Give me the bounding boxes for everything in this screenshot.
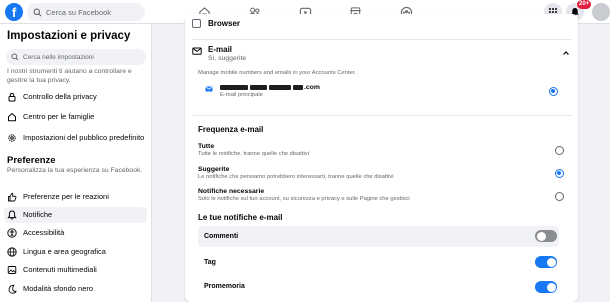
- notification-label: Promemoria: [204, 283, 245, 290]
- moon-icon: [7, 284, 17, 294]
- frequency-radio-all[interactable]: [555, 146, 564, 155]
- email-section-title: E-mail: [208, 45, 233, 54]
- email-section-header[interactable]: E-mail Sì, suggerite: [192, 45, 246, 62]
- sidebar-item-label: Preferenze per le reazioni: [23, 191, 109, 201]
- browser-checkbox-icon: [192, 19, 201, 28]
- sidebar-item-notifications[interactable]: Notifiche: [4, 207, 147, 223]
- sidebar-item-label: Accessibilità: [23, 227, 65, 237]
- sidebar-item-label: Centro per le famiglie: [23, 111, 95, 121]
- notification-count-badge: 20+: [577, 0, 592, 9]
- settings-sidebar: Impostazioni e privacy I nostri strument…: [0, 24, 152, 302]
- facebook-search-input[interactable]: [46, 7, 142, 17]
- sidebar-item-default-audience[interactable]: Impostazioni del pubblico predefinito: [4, 127, 147, 149]
- notification-label: Commenti: [204, 233, 239, 240]
- preferences-description: Personalizza la tua esperienza su Facebo…: [7, 167, 143, 174]
- sidebar-item-label: Contenuti multimediali: [23, 264, 97, 274]
- preferences-heading: Preferenze: [7, 155, 56, 166]
- primary-email-radio[interactable]: [549, 87, 558, 96]
- settings-search-input[interactable]: [23, 53, 143, 61]
- frequency-option-all[interactable]: Tutte Tutte le notifiche, tranne quelle …: [198, 143, 538, 158]
- your-email-notifications-title: Le tue notifiche e-mail: [198, 213, 283, 222]
- settings-gear-icon: [7, 133, 17, 143]
- email-address-caption: E-mail principale: [220, 92, 263, 98]
- frequency-radio-suggested[interactable]: [555, 169, 564, 178]
- frequency-option-description: Tutte le notifiche, tranne quelle che di…: [198, 151, 309, 157]
- email-app-icon: [205, 86, 213, 92]
- bell-icon: [7, 210, 17, 220]
- browser-notifications-row[interactable]: Browser: [192, 19, 240, 28]
- globe-icon: [7, 247, 17, 257]
- email-frequency-title: Frequenza e-mail: [198, 125, 264, 134]
- divider: [192, 115, 572, 116]
- browser-label: Browser: [208, 19, 241, 28]
- settings-search-box[interactable]: [6, 49, 146, 65]
- email-domain-suffix: .com: [304, 83, 320, 91]
- frequency-option-description: Solo le notifiche sul tuo account, su si…: [198, 196, 410, 202]
- accessibility-icon: [7, 228, 17, 238]
- frequency-option-suggested[interactable]: Suggerite Le notifiche che pensiamo potr…: [198, 166, 538, 181]
- frequency-option-title: Suggerite: [198, 166, 230, 173]
- sidebar-item-media[interactable]: Contenuti multimediali: [4, 262, 147, 278]
- notification-settings-panel: Browser E-mail Sì, suggerite Manage mobi…: [185, 14, 578, 302]
- media-icon: [7, 265, 17, 275]
- sidebar-item-label: Lingua e area geografica: [23, 246, 106, 256]
- home-icon: [7, 112, 17, 122]
- reminders-toggle[interactable]: [535, 281, 557, 293]
- sidebar-item-language-region[interactable]: Lingua e area geografica: [4, 244, 147, 260]
- email-address: .com: [220, 83, 320, 91]
- divider: [192, 39, 572, 40]
- frequency-option-title: Tutte: [198, 143, 215, 150]
- profile-avatar[interactable]: [591, 2, 610, 22]
- notification-row-comments[interactable]: Commenti: [198, 226, 559, 247]
- facebook-search-box[interactable]: [27, 3, 145, 21]
- sidebar-item-label: Controllo della privacy: [23, 91, 97, 101]
- search-icon: [33, 8, 42, 16]
- sidebar-item-accessibility[interactable]: Accessibilità: [4, 225, 147, 241]
- sidebar-item-family-center[interactable]: Centro per le famiglie: [4, 109, 147, 125]
- email-address-option[interactable]: .com E-mail principale: [205, 83, 320, 98]
- search-icon: [11, 53, 19, 61]
- frequency-option-necessary[interactable]: Notifiche necessarie Solo le notifiche s…: [198, 188, 538, 203]
- notification-row-tag[interactable]: Tag: [198, 252, 559, 273]
- sidebar-item-label: Impostazioni del pubblico predefinito: [23, 132, 145, 142]
- tag-toggle[interactable]: [535, 256, 557, 268]
- frequency-option-description: Le notifiche che pensiamo potrebbero int…: [198, 174, 394, 180]
- thumbs-up-icon: [7, 192, 17, 202]
- manage-accounts-center-text: Manage mobile numbers and emails in your…: [198, 70, 356, 76]
- chevron-up-icon[interactable]: [562, 49, 570, 57]
- redacted-text: [293, 84, 303, 90]
- notification-label: Tag: [204, 259, 216, 266]
- sidebar-item-privacy-checkup[interactable]: Controllo della privacy: [4, 89, 147, 105]
- notification-row-reminders[interactable]: Promemoria: [198, 276, 559, 297]
- redacted-text: [250, 84, 267, 90]
- sidebar-item-reaction-preferences[interactable]: Preferenze per le reazioni: [4, 189, 147, 205]
- privacy-description: I nostri strumenti ti aiutano a controll…: [7, 68, 132, 84]
- facebook-logo[interactable]: f: [5, 3, 23, 21]
- sidebar-item-label: Modalità sfondo nero: [23, 283, 94, 293]
- sidebar-item-label: Notifiche: [23, 209, 53, 219]
- envelope-icon: [192, 47, 202, 55]
- sidebar-title: Impostazioni e privacy: [7, 30, 131, 42]
- frequency-radio-necessary[interactable]: [555, 192, 564, 201]
- comments-toggle[interactable]: [535, 230, 557, 242]
- lock-icon: [7, 92, 17, 102]
- frequency-option-title: Notifiche necessarie: [198, 188, 265, 195]
- email-section-subtitle: Sì, suggerite: [208, 55, 247, 62]
- redacted-text: [269, 84, 291, 90]
- sidebar-item-dark-mode[interactable]: Modalità sfondo nero: [4, 281, 147, 297]
- redacted-text: [220, 84, 248, 90]
